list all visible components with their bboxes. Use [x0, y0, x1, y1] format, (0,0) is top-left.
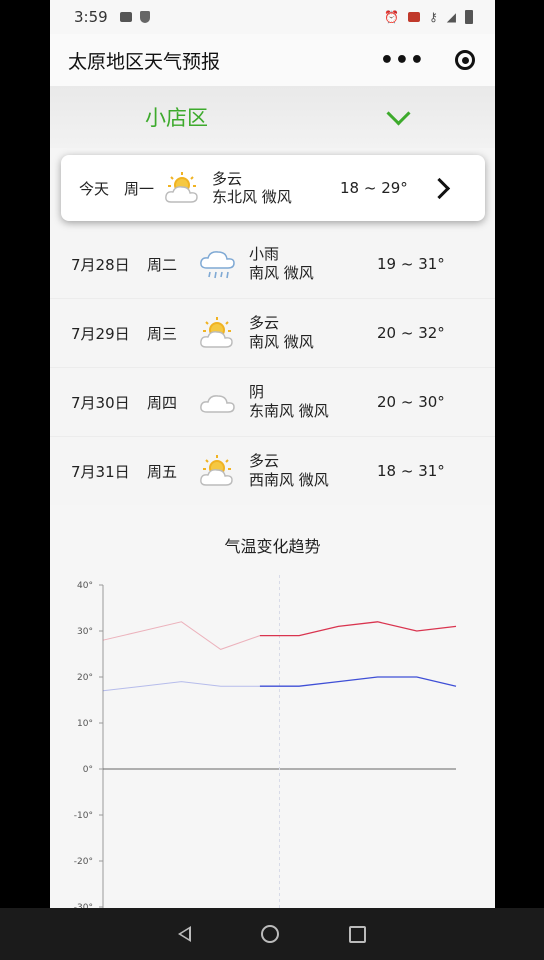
y-tick-label: 40°	[77, 581, 93, 591]
video-icon	[119, 12, 132, 22]
shield-icon	[139, 11, 150, 23]
partly-cloudy-icon	[200, 455, 233, 486]
forecast-wind: 东南风 微风	[249, 402, 329, 420]
rain-icon	[200, 251, 235, 279]
battery-icon	[465, 10, 473, 24]
y-tick-label: 0°	[83, 765, 93, 775]
y-tick-label: -10°	[74, 811, 93, 821]
forecast-date: 7月28日	[71, 255, 130, 274]
forecast-row[interactable]: 7月29日 周三 多云 南风 微风 20 ~ 32°	[50, 299, 495, 368]
forecast-row[interactable]: 7月28日 周二 小雨 南风 微风 19 ~ 31°	[50, 230, 495, 299]
back-icon[interactable]	[178, 926, 191, 942]
y-tick-label: 30°	[77, 627, 93, 637]
forecast-weather: 小雨	[249, 245, 280, 263]
today-temp: 18 ~ 29°	[340, 179, 408, 197]
forecast-date: 7月31日	[71, 462, 130, 481]
today-weekday: 周一	[124, 179, 155, 198]
overcast-icon	[200, 395, 235, 413]
chevron-right-icon[interactable]	[428, 177, 451, 199]
high-series-past	[102, 621, 261, 650]
today-weather: 多云	[212, 170, 243, 188]
alarm-icon: ⏰	[384, 10, 399, 24]
y-tick-label: 20°	[77, 673, 93, 683]
status-time: 3:59	[74, 8, 108, 26]
forecast-weekday: 周二	[147, 255, 178, 274]
forecast-wind: 西南风 微风	[249, 471, 329, 489]
forecast-date: 7月30日	[71, 393, 130, 412]
phone-screen: 3:59 ⏰ ⚷ ◢ 太原地区天气预报 ••• 小店区 今天 周一 多云 东北风…	[50, 0, 495, 960]
forecast-date: 7月29日	[71, 324, 130, 343]
forecast-weather: 阴	[249, 383, 265, 401]
forecast-weather: 多云	[249, 452, 280, 470]
system-nav-bar	[0, 908, 544, 960]
chevron-down-icon[interactable]	[386, 100, 411, 126]
forecast-temp: 20 ~ 32°	[377, 324, 445, 342]
forecast-list: 7月28日 周二 小雨 南风 微风 19 ~ 31° 7月29日 周三 多云 南…	[50, 230, 495, 506]
forecast-temp: 19 ~ 31°	[377, 255, 445, 273]
forecast-temp: 18 ~ 31°	[377, 462, 445, 480]
close-miniprogram-icon[interactable]	[455, 50, 475, 70]
partly-cloudy-icon	[165, 172, 198, 203]
high-series	[259, 621, 457, 637]
district-selector[interactable]: 小店区	[50, 86, 495, 148]
low-series-past	[102, 681, 260, 692]
nav-bar: 太原地区天气预报 •••	[50, 34, 495, 86]
y-tick-label: 10°	[77, 719, 93, 729]
recent-apps-icon[interactable]	[349, 925, 366, 943]
district-name: 小店区	[145, 106, 208, 130]
forecast-weekday: 周五	[147, 462, 178, 481]
today-wind: 东北风 微风	[212, 188, 292, 206]
page-title: 太原地区天气预报	[68, 50, 221, 73]
signal-icon: ◢	[446, 10, 456, 24]
more-menu-icon[interactable]: •••	[380, 48, 425, 73]
forecast-row[interactable]: 7月30日 周四 阴 东南风 微风 20 ~ 30°	[50, 368, 495, 437]
chart-svg: 40°30°20°10°0°-10°-20°-30°	[74, 575, 457, 910]
home-icon[interactable]	[261, 925, 279, 943]
partly-cloudy-icon	[200, 317, 233, 348]
forecast-weekday: 周三	[147, 324, 178, 343]
temperature-chart: 气温变化趋势 40° 30° 20° 10° 0° -10° -20° -30°	[50, 505, 495, 910]
low-series	[259, 676, 457, 687]
key-icon: ⚷	[428, 10, 438, 24]
forecast-weekday: 周四	[147, 393, 178, 412]
cast-icon	[407, 12, 420, 22]
forecast-temp: 20 ~ 30°	[377, 393, 445, 411]
forecast-weather: 多云	[249, 314, 280, 332]
forecast-wind: 南风 微风	[249, 264, 314, 282]
forecast-row[interactable]: 7月31日 周五 多云 西南风 微风 18 ~ 31°	[50, 437, 495, 506]
today-card[interactable]: 今天 周一 多云 东北风 微风 18 ~ 29°	[61, 155, 485, 221]
status-bar: 3:59 ⏰ ⚷ ◢	[50, 0, 495, 34]
forecast-wind: 南风 微风	[249, 333, 314, 351]
today-label: 今天	[79, 179, 110, 198]
y-tick-label: -20°	[74, 857, 93, 867]
